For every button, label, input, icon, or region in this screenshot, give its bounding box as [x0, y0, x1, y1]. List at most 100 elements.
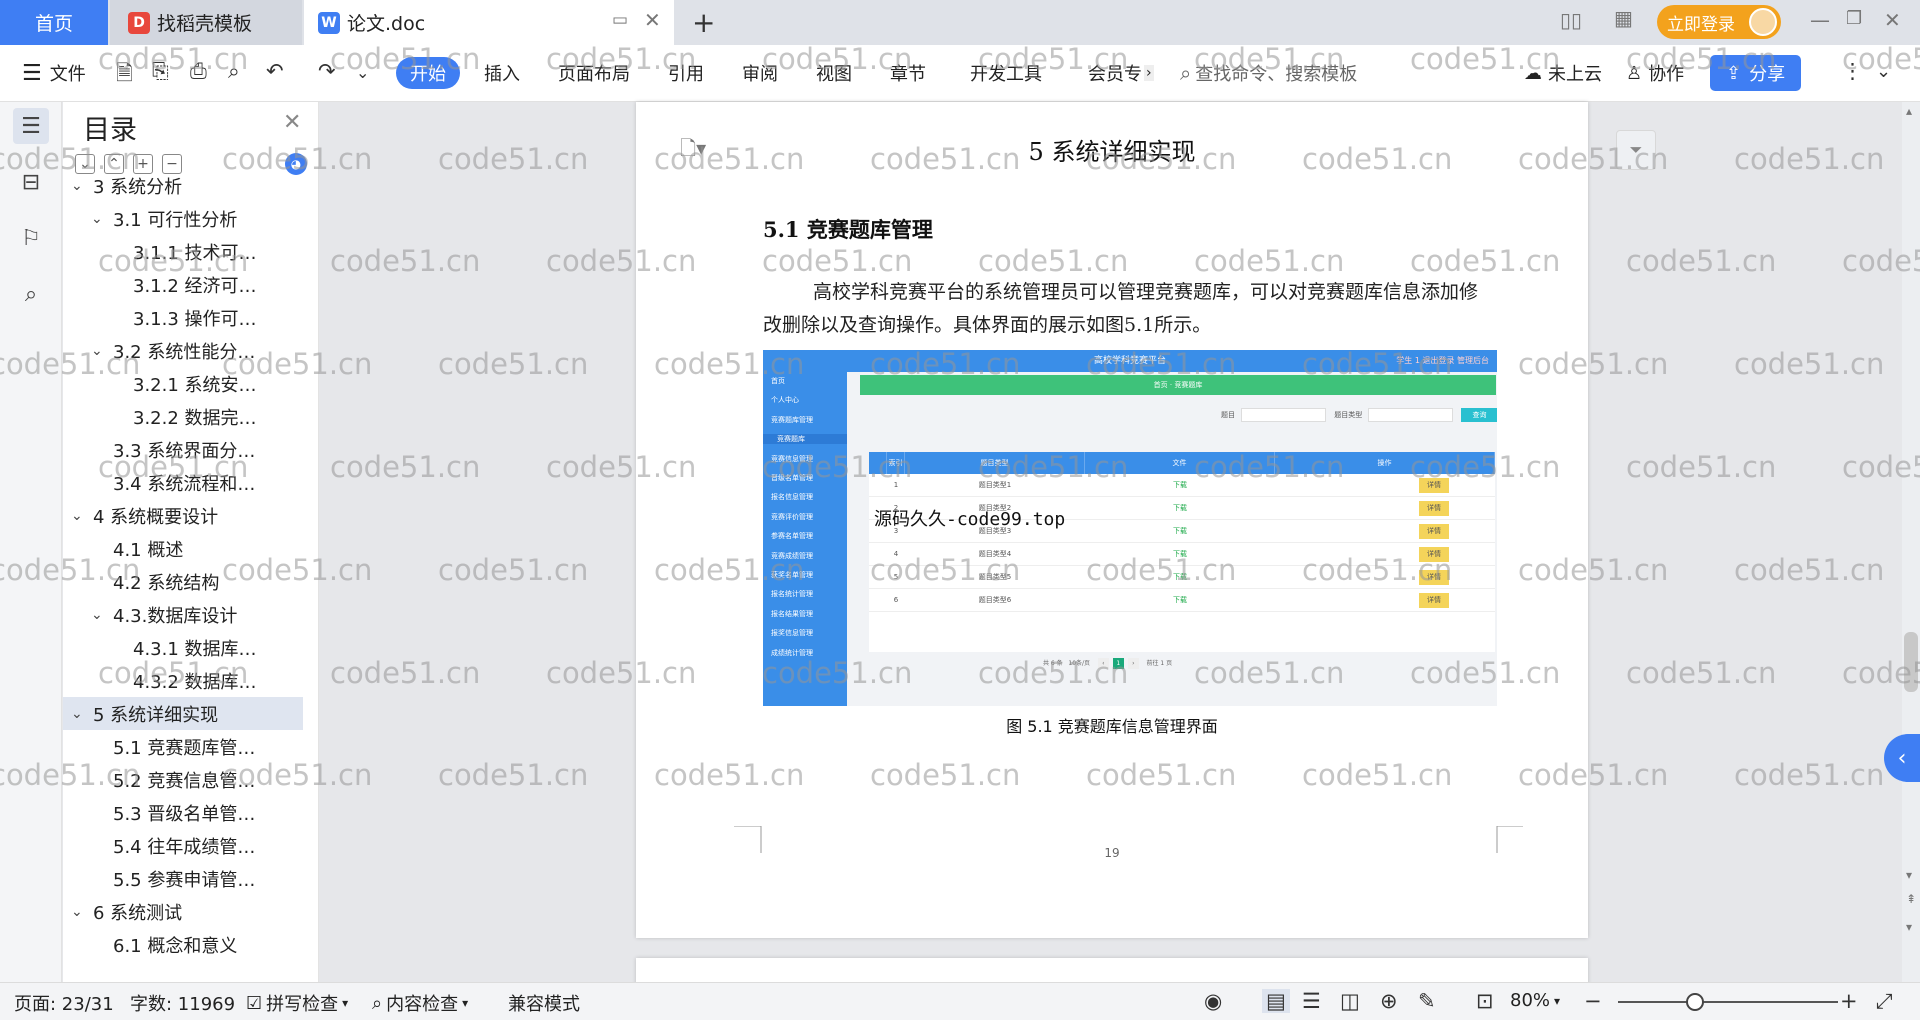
close-window-icon[interactable]: ✕: [1884, 8, 1901, 32]
toc-item[interactable]: ⌄ 3 系统分析: [63, 169, 303, 202]
toc-item[interactable]: 3.2.2 数据完…: [63, 400, 303, 433]
zoom-out-icon[interactable]: −: [1584, 989, 1602, 1013]
spell-check-button[interactable]: ☑ 拼写检查 ▾: [246, 990, 348, 1016]
bookmark-icon[interactable]: ⚐: [13, 220, 49, 256]
outline-view-icon[interactable]: ☰: [1302, 989, 1321, 1013]
close-icon[interactable]: ✕: [283, 110, 301, 135]
toc-item[interactable]: 5.2 竞赛信息管…: [63, 763, 303, 796]
chevron-down-icon[interactable]: ⌄: [91, 211, 109, 227]
tab-template[interactable]: D 找稻壳模板: [110, 0, 302, 45]
outline-icon[interactable]: ⊟: [13, 164, 49, 200]
more-tabs-icon[interactable]: ›: [1144, 65, 1154, 81]
tab-chapter[interactable]: 章节: [890, 57, 926, 89]
chevron-down-icon[interactable]: ⌄: [71, 904, 89, 920]
chevron-down-icon: ▾: [462, 996, 469, 1010]
minimize-icon[interactable]: —: [1810, 8, 1830, 32]
chevron-down-icon[interactable]: ⌄: [71, 706, 89, 722]
chevron-down-icon[interactable]: ⌄: [356, 63, 369, 82]
web-view-icon[interactable]: ⊕: [1380, 989, 1398, 1013]
toc-item[interactable]: 4.1 概述: [63, 532, 303, 565]
toc-item[interactable]: 4.3.1 数据库…: [63, 631, 303, 664]
reading-view-icon[interactable]: ◫: [1340, 989, 1360, 1013]
zoom-select[interactable]: 80% ▾: [1510, 990, 1560, 1011]
close-tab-icon[interactable]: ✕: [644, 8, 661, 32]
chevron-down-icon[interactable]: ⌄: [91, 607, 109, 623]
toc-item[interactable]: 3.1.2 经济可…: [63, 268, 303, 301]
toc-item[interactable]: 5.3 晋级名单管…: [63, 796, 303, 829]
toc-item[interactable]: 3.1.1 技术可…: [63, 235, 303, 268]
print-preview-icon[interactable]: ⌕: [228, 59, 240, 84]
page-view-icon[interactable]: ▤: [1262, 989, 1290, 1013]
toc-item[interactable]: ⌄ 3.2 系统性能分…: [63, 334, 303, 367]
toc-item[interactable]: ⌄ 5 系统详细实现: [63, 697, 303, 730]
print-icon[interactable]: ⎙: [190, 59, 207, 84]
vertical-scrollbar[interactable]: [1902, 102, 1920, 982]
more-icon[interactable]: ⋮: [1842, 59, 1863, 83]
document-page[interactable]: 🗋▾ 5 系统详细实现 5.1 竞赛题库管理 高校学科竞赛平台的系统管理员可以管…: [636, 102, 1588, 938]
content-check-button[interactable]: ⌕ 内容检查 ▾: [372, 990, 468, 1016]
zoom-slider-handle[interactable]: [1686, 993, 1704, 1011]
pen-icon[interactable]: ✎: [1418, 989, 1436, 1013]
tab-view[interactable]: 视图: [816, 57, 852, 89]
save-icon[interactable]: 🗎: [116, 59, 133, 94]
tab-home[interactable]: 首页: [0, 0, 108, 45]
monitor-icon[interactable]: ▭: [612, 10, 628, 30]
spell-check-icon: ☑: [246, 992, 263, 1014]
figure-sidebar-item: 报名信息管理: [771, 493, 813, 502]
tab-review[interactable]: 审阅: [742, 57, 778, 89]
toc-item[interactable]: ⌄ 4.3.数据库设计: [63, 598, 303, 631]
toc-item[interactable]: 6.1 概念和意义: [63, 928, 303, 961]
zoom-in-icon[interactable]: +: [1840, 989, 1858, 1013]
find-icon[interactable]: ⌕: [13, 276, 49, 312]
page-indicator[interactable]: 页面: 23/31: [14, 990, 114, 1016]
zoom-slider[interactable]: [1618, 1001, 1838, 1003]
tab-layout[interactable]: 页面布局: [558, 57, 630, 89]
toc-item[interactable]: 5.5 参赛申请管…: [63, 862, 303, 895]
restore-icon[interactable]: ❐: [1846, 8, 1862, 29]
filter-panel-icon[interactable]: ⏷: [1616, 130, 1656, 170]
cloud-status[interactable]: ☁ 未上云: [1524, 57, 1602, 89]
new-tab-icon[interactable]: +: [692, 6, 715, 39]
toc-item[interactable]: 4.2 系统结构: [63, 565, 303, 598]
scroll-down-icon[interactable]: ▾: [1906, 920, 1912, 934]
fit-page-icon[interactable]: ⊡: [1476, 989, 1494, 1013]
toc-icon[interactable]: ☰: [13, 108, 49, 144]
toc-item[interactable]: 4.3.2 数据库…: [63, 664, 303, 697]
toc-item[interactable]: 5.1 竞赛题库管…: [63, 730, 303, 763]
page-down-icon[interactable]: ▾: [1906, 868, 1912, 882]
command-search[interactable]: ⌕ 查找命令、搜索模板: [1180, 57, 1357, 89]
apps-grid-icon[interactable]: ▦: [1614, 6, 1633, 30]
toc-item[interactable]: 3.3 系统界面分…: [63, 433, 303, 466]
collapse-ribbon-icon[interactable]: ⌄: [1876, 61, 1891, 82]
chevron-down-icon[interactable]: ⌄: [71, 178, 89, 194]
chevron-down-icon[interactable]: ⌄: [71, 508, 89, 524]
reading-mode-icon[interactable]: ▯▯: [1560, 8, 1582, 32]
word-count[interactable]: 字数: 11969: [130, 990, 235, 1016]
tab-devtools[interactable]: 开发工具: [970, 57, 1042, 89]
undo-icon[interactable]: ↶: [266, 59, 284, 83]
export-icon[interactable]: ⎘: [152, 59, 169, 84]
toc-item[interactable]: ⌄ 4 系统概要设计: [63, 499, 303, 532]
chevron-down-icon[interactable]: ⌄: [91, 343, 109, 359]
file-menu[interactable]: ☰ 文件: [22, 57, 86, 89]
share-button[interactable]: ⇪ 分享: [1710, 55, 1802, 91]
login-button[interactable]: 立即登录: [1657, 5, 1781, 39]
tab-insert[interactable]: 插入: [484, 57, 520, 89]
scrollbar-thumb[interactable]: [1904, 632, 1918, 692]
collab-button[interactable]: ♙ 协作: [1626, 57, 1684, 89]
fullscreen-icon[interactable]: ⤢: [1876, 989, 1893, 1014]
eye-protection-icon[interactable]: ◉: [1204, 989, 1222, 1013]
tab-reference[interactable]: 引用: [668, 57, 704, 89]
toc-item[interactable]: ⌄ 3.1 可行性分析: [63, 202, 303, 235]
page-up-icon[interactable]: ⇞: [1906, 892, 1916, 906]
tab-member[interactable]: 会员专 ›: [1088, 57, 1154, 89]
tab-doc[interactable]: W 论文.doc ▭ ✕: [304, 0, 674, 45]
toc-item[interactable]: 5.4 往年成绩管…: [63, 829, 303, 862]
toc-item[interactable]: 3.4 系统流程和…: [63, 466, 303, 499]
tab-start[interactable]: 开始: [396, 57, 460, 89]
toc-item[interactable]: 3.2.1 系统安…: [63, 367, 303, 400]
redo-icon[interactable]: ↷: [318, 59, 336, 83]
toc-item[interactable]: ⌄ 6 系统测试: [63, 895, 303, 928]
scroll-up-icon[interactable]: ▴: [1906, 104, 1912, 118]
toc-item[interactable]: 3.1.3 操作可…: [63, 301, 303, 334]
